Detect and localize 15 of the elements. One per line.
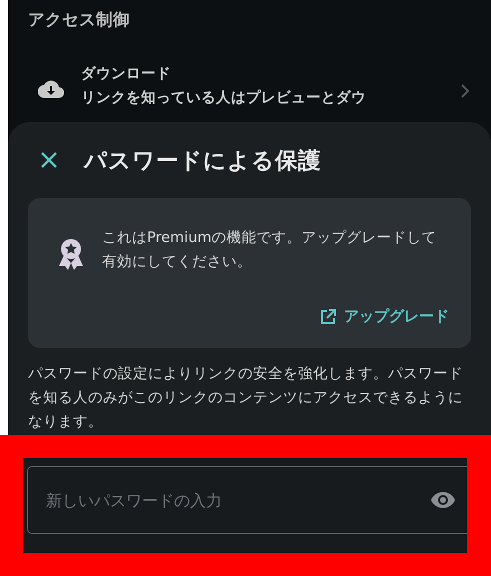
sheet-title: パスワードによる保護 bbox=[84, 146, 321, 176]
premium-notice-text: これはPremiumの機能です。アップグレードして有効にしてください。 bbox=[102, 228, 438, 272]
cloud-download-icon bbox=[38, 79, 64, 99]
award-ribbon-icon bbox=[58, 238, 84, 270]
setting-title: ダウンロード bbox=[81, 65, 172, 84]
password-field[interactable]: 新しいパスワードの入力 bbox=[27, 466, 467, 534]
close-button[interactable] bbox=[40, 151, 58, 169]
description-text: パスワードの設定によりリンクの安全を強化します。パスワードを知る人のみがこのリンクのコンテンツにアクセスできるようになります。 bbox=[28, 364, 464, 432]
eye-icon[interactable] bbox=[430, 491, 456, 509]
setting-description: リンクを知っている人はプレビューとダウ bbox=[81, 88, 367, 108]
download-setting-row[interactable]: ダウンロード リンクを知っている人はプレビューとダウ bbox=[8, 40, 491, 114]
section-title: アクセス制御 bbox=[27, 9, 131, 31]
external-link-icon bbox=[320, 308, 336, 324]
upgrade-link[interactable]: アップグレード bbox=[320, 307, 449, 326]
chevron-right-icon bbox=[461, 84, 469, 98]
